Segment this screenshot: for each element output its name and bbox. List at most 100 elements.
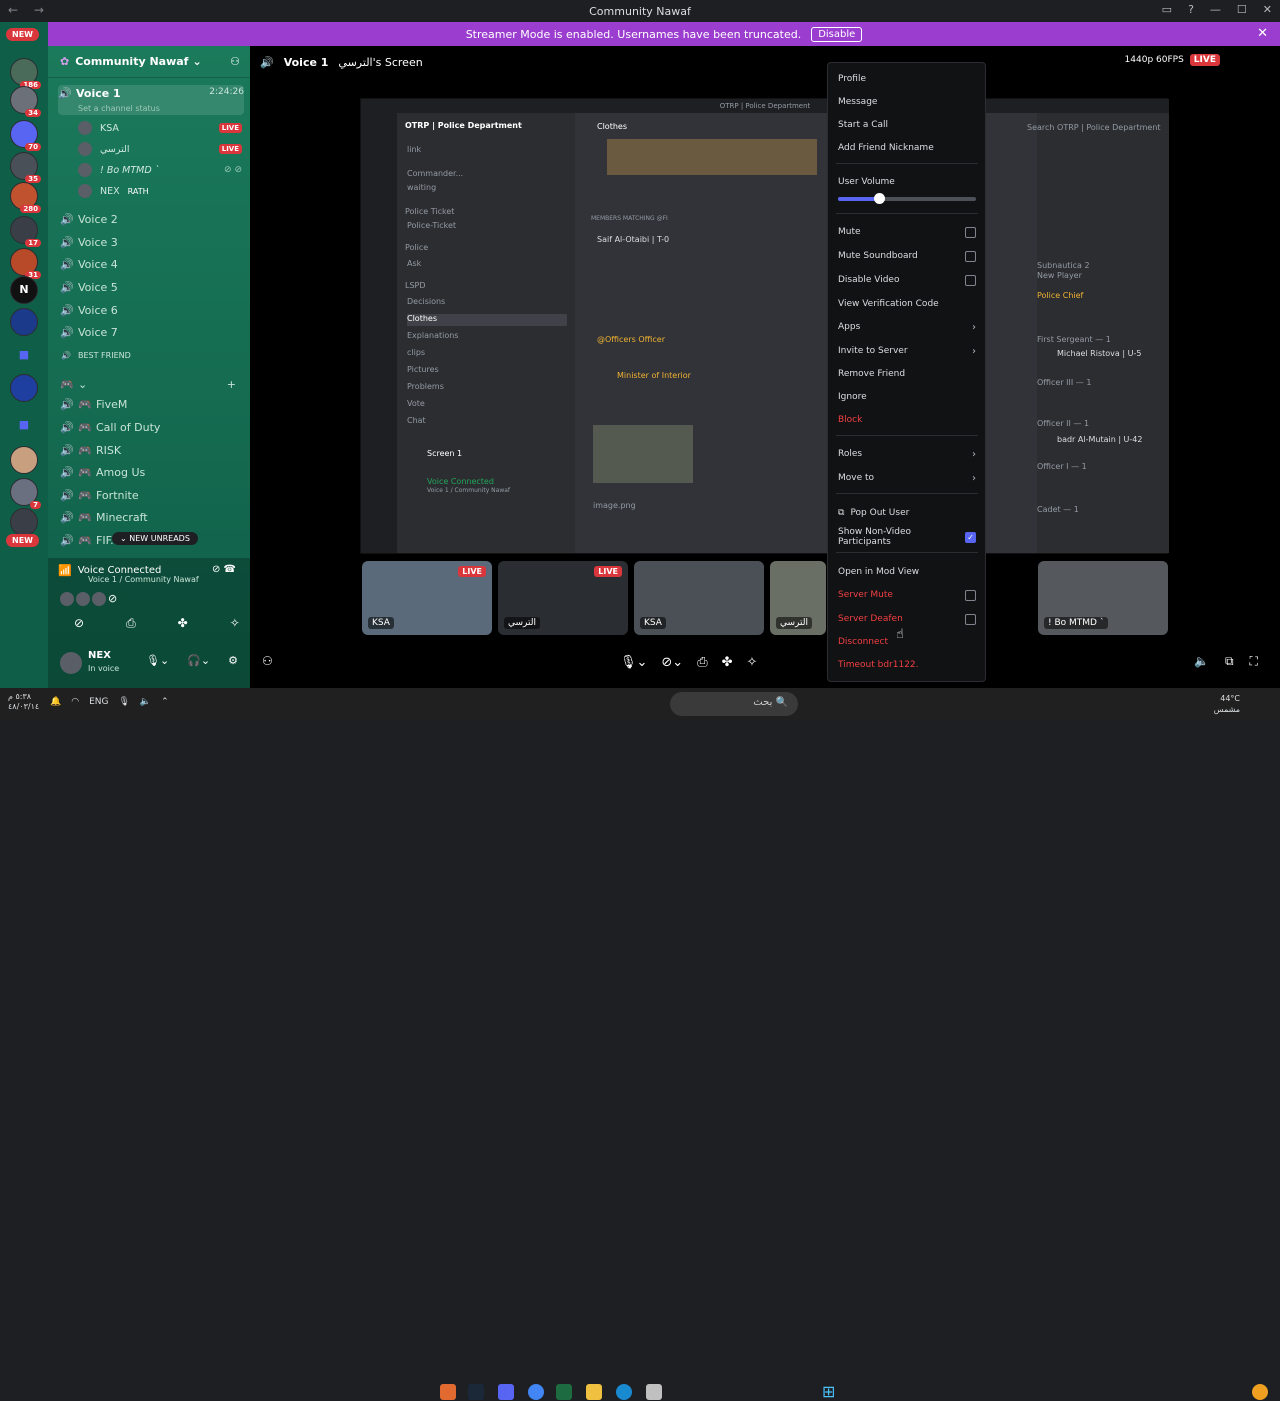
popout-icon[interactable]: ⧉ (1225, 654, 1234, 669)
server-icon[interactable] (10, 508, 38, 536)
checkbox[interactable] (965, 250, 976, 262)
volume-slider[interactable] (838, 193, 976, 204)
inbox-icon[interactable]: ▭ (1162, 3, 1172, 16)
server-icon[interactable] (10, 446, 38, 474)
microphone-icon[interactable]: 🎙⌄ (146, 654, 169, 667)
camera-off-icon[interactable]: ⊘⌄ (661, 655, 683, 670)
disable-streamer-button[interactable]: Disable (811, 26, 863, 42)
soundboard-icon[interactable]: ✧ (230, 616, 240, 631)
channel-voice-2[interactable]: 🔊 Voice 2 (60, 209, 242, 229)
tray-clock[interactable]: ٥:٣٨ م ٤٨/٠٣/١٤ (8, 692, 39, 712)
activities-icon[interactable]: ✤ (178, 616, 188, 631)
server-icon[interactable]: 280 (10, 182, 41, 213)
menu-profile[interactable]: Profile (838, 69, 976, 89)
close-icon[interactable]: ✕ (1257, 26, 1268, 41)
channel-best-friend[interactable]: 🔊 BEST FRIEND (60, 345, 242, 365)
menu-block[interactable]: Block (838, 410, 976, 430)
language-indicator[interactable]: ENG (89, 697, 108, 707)
participant-tile[interactable]: LIVE الترسي (498, 561, 628, 635)
weather-widget[interactable]: 44°C مشمس (1214, 693, 1240, 715)
channel-fivem[interactable]: 🔊 🎮 FiveM (60, 394, 242, 414)
menu-move-to[interactable]: Move to › (838, 468, 976, 488)
windows-start-icon[interactable]: ⊞ (822, 1384, 838, 1400)
fullscreen-icon[interactable]: ⛶ (1250, 654, 1258, 669)
microphone-icon[interactable]: 🎙⌄ (620, 655, 647, 670)
channel-voice-5[interactable]: 🔊 Voice 5 (60, 277, 242, 297)
add-member-icon[interactable]: ⚇ (230, 55, 240, 68)
participant-tile[interactable]: الترسي (770, 561, 826, 635)
guild-header[interactable]: ✿ Community Nawaf ⌄ ⚇ (48, 46, 250, 78)
voice-member[interactable]: KSA LIVE (78, 119, 242, 137)
channel-risk[interactable]: 🔊 🎮 RISK (60, 440, 242, 460)
participant-tile[interactable]: LIVE KSA (362, 561, 492, 635)
shared-screen[interactable]: OTRP | Police Department OTRP | Police D… (360, 98, 1169, 554)
taskbar-search[interactable]: بحث 🔍 (670, 692, 798, 716)
menu-disconnect[interactable]: Disconnect (838, 632, 976, 652)
checkbox[interactable] (965, 613, 976, 625)
server-icon[interactable] (10, 308, 38, 336)
voice-member[interactable]: NEX RATH (78, 182, 242, 200)
activities-icon[interactable]: ✤ (722, 655, 733, 670)
menu-message[interactable]: Message (838, 92, 976, 112)
menu-invite[interactable]: Invite to Server › (838, 341, 976, 361)
chevron-up-icon[interactable]: ⌃ (161, 697, 169, 707)
server-icon[interactable]: 17 (10, 216, 41, 247)
edge-icon[interactable] (616, 1384, 632, 1400)
server-icon[interactable]: 35 (10, 152, 41, 183)
maximize-button[interactable]: ☐ (1237, 3, 1247, 16)
channel-voice-6[interactable]: 🔊 Voice 6 (60, 300, 242, 320)
channel-status[interactable]: Set a channel status (78, 104, 160, 113)
wifi-icon[interactable]: ◠ (71, 697, 79, 707)
voice-member[interactable]: ! Bo MTMD ` ⊘ ⊘ (78, 161, 242, 179)
steam-icon[interactable] (468, 1384, 484, 1400)
back-forward-icon[interactable]: ← → (8, 3, 50, 17)
discord-icon[interactable] (498, 1384, 514, 1400)
server-icon-n[interactable]: N (10, 276, 38, 304)
noise-and-disconnect-icons[interactable]: ⊘ ☎ (212, 564, 236, 575)
new-pill-bottom[interactable]: NEW (6, 534, 39, 547)
close-button[interactable]: ✕ (1263, 3, 1272, 16)
headphones-icon[interactable]: 🎧⌄ (187, 654, 210, 667)
volume-knob[interactable] (874, 193, 886, 204)
participant-tile[interactable]: KSA (634, 561, 764, 635)
channel-voice-7[interactable]: 🔊 Voice 7 (60, 322, 242, 342)
channel-minecraft[interactable]: 🔊 🎮 Minecraft (60, 507, 242, 527)
chrome-icon[interactable] (528, 1384, 544, 1400)
channel-cod[interactable]: 🔊 🎮 Call of Duty (60, 417, 242, 437)
menu-mute[interactable]: Mute (838, 222, 976, 242)
menu-disable-video[interactable]: Disable Video (838, 270, 976, 290)
server-icon[interactable] (10, 374, 38, 402)
folder-icon[interactable]: ■ (10, 342, 38, 370)
channel-voice-3[interactable]: 🔊 Voice 3 (60, 232, 242, 252)
voice-member[interactable]: الترسي LIVE (78, 140, 242, 158)
screen-share-icon[interactable]: ⎙ (126, 616, 136, 631)
bell-icon[interactable]: 🔔 (50, 697, 61, 707)
add-person-icon[interactable]: ⚇ (262, 654, 273, 668)
menu-mod-view[interactable]: Open in Mod View (838, 562, 976, 582)
channel-voice-4[interactable]: 🔊 Voice 4 (60, 254, 242, 274)
menu-start-call[interactable]: Start a Call (838, 115, 976, 135)
checkbox[interactable] (965, 589, 976, 601)
avatar[interactable] (60, 652, 82, 674)
participant-tile[interactable]: ! Bo MTMD ` (1038, 561, 1168, 635)
server-icon[interactable]: 70 (10, 120, 41, 151)
menu-roles[interactable]: Roles › (838, 444, 976, 464)
server-icon[interactable]: 34 (10, 86, 41, 117)
menu-timeout[interactable]: Timeout bdr1122. (838, 655, 976, 675)
menu-verification[interactable]: View Verification Code (838, 294, 976, 314)
server-icon[interactable]: 7 (10, 478, 41, 509)
gear-icon[interactable]: ⚙ (228, 654, 238, 667)
channel-fortnite[interactable]: 🔊 🎮 Fortnite (60, 485, 242, 505)
server-icon[interactable]: 186 (10, 58, 41, 89)
new-pill-top[interactable]: NEW (6, 28, 39, 41)
channel-amogus[interactable]: 🔊 🎮 Amog Us (60, 462, 242, 482)
menu-server-deafen[interactable]: Server Deafen (838, 609, 976, 629)
checkbox[interactable] (965, 226, 976, 238)
checkbox[interactable] (965, 274, 976, 286)
speaker-icon[interactable]: 🔈 (140, 697, 151, 707)
microphone-icon[interactable]: 🎙 (118, 697, 129, 707)
menu-remove-friend[interactable]: Remove Friend (838, 364, 976, 384)
app-icon[interactable] (646, 1384, 662, 1400)
checkbox-checked[interactable]: ✓ (965, 531, 976, 543)
add-channel-icon[interactable]: + (227, 378, 236, 391)
